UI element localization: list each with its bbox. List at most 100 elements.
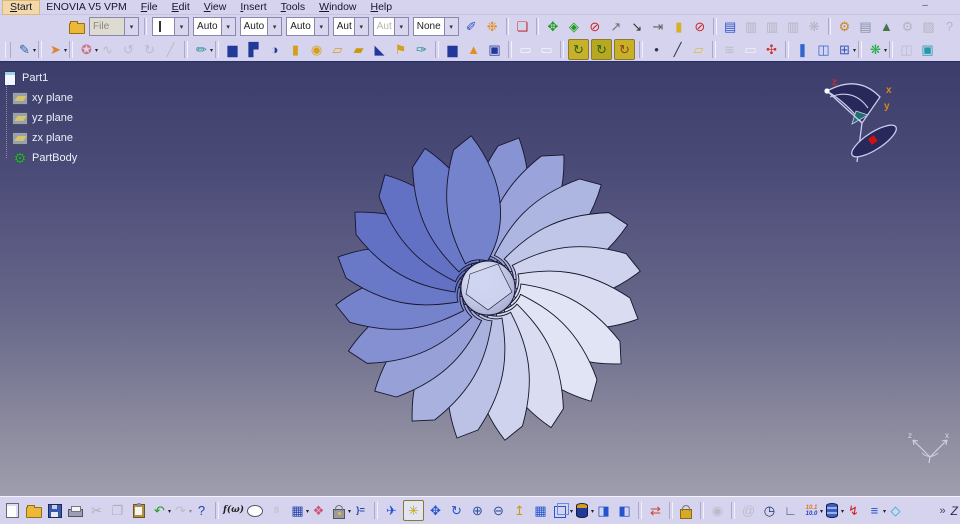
viewport-3d[interactable]: Part1 xy plane yz plane zx plane ⚙ PartBody z…	[0, 62, 960, 497]
groove-icon[interactable]: ▮	[286, 40, 305, 59]
menu-help[interactable]: Help	[364, 1, 400, 14]
bounding-box-icon[interactable]: ▣	[918, 40, 937, 59]
boolean-assemble-icon[interactable]: ↻	[568, 39, 589, 60]
toolbar-overflow-chevron[interactable]: »	[940, 505, 946, 517]
mass-properties-icon[interactable]: ▾	[823, 501, 844, 520]
block-icon[interactable]: ▣	[485, 40, 504, 59]
open-icon[interactable]	[24, 501, 43, 520]
boolean-add-icon[interactable]: ↻	[591, 39, 612, 60]
vpm-flower-icon[interactable]: ❋	[805, 17, 824, 36]
snap-element-icon[interactable]: ◈	[564, 17, 583, 36]
graphic-prop-combo-3-arrow[interactable]: ▾	[313, 18, 328, 35]
product-structure-icon[interactable]: ❖	[309, 501, 328, 520]
tree-item-partbody[interactable]: ⚙ PartBody	[10, 148, 78, 168]
paint-ball-icon[interactable]: ❉	[483, 17, 502, 36]
lock-icon[interactable]: ▾	[330, 501, 351, 520]
cut-icon[interactable]: ✂	[87, 501, 106, 520]
no-magnify-icon[interactable]: ⊘	[690, 17, 709, 36]
slot-icon[interactable]: ▰	[349, 40, 368, 59]
graphic-color-combo[interactable]: ▾	[152, 17, 190, 36]
rotate-view-icon[interactable]: ↻	[447, 501, 466, 520]
measure-between-icon[interactable]: 10.1 10.0 ▾	[802, 501, 823, 520]
stamp-icon[interactable]: ✣	[762, 40, 781, 59]
new-icon[interactable]	[3, 501, 22, 520]
surface-gray-icon[interactable]: ≋	[720, 40, 739, 59]
menu-file[interactable]: File	[134, 1, 165, 14]
tree-item-zx-plane[interactable]: zx plane	[10, 128, 77, 148]
list-icon[interactable]: ≡ ▾	[865, 501, 886, 520]
relations-icon[interactable]: }=	[351, 501, 370, 520]
save-icon[interactable]	[45, 501, 64, 520]
plane-icon[interactable]: ▱	[689, 40, 708, 59]
sketcher-icon-dropdown[interactable]: ▾	[33, 42, 36, 61]
graphic-prop-combo-5-arrow[interactable]: ▾	[393, 18, 408, 35]
menu-insert[interactable]: Insert	[233, 1, 273, 14]
constraint-oval-icon-2[interactable]: ▭	[537, 40, 556, 59]
print-icon[interactable]	[66, 501, 85, 520]
painter-icon[interactable]: ✐	[462, 17, 481, 36]
sheet-icon[interactable]: ▤	[856, 17, 875, 36]
graphic-prop-combo-6-arrow[interactable]: ▾	[443, 18, 458, 35]
compass-3d[interactable]: z x y	[800, 70, 920, 175]
graphic-prop-combo-4[interactable]: Aut ▾	[332, 17, 369, 36]
design-table-icon[interactable]: ▦ ▾	[288, 501, 309, 520]
camera-icon[interactable]: ◉	[708, 501, 727, 520]
file-filter-combo[interactable]: File ▾	[89, 17, 140, 36]
graphic-prop-combo-3[interactable]: Auto ▾	[286, 17, 329, 36]
menu-view[interactable]: View	[197, 1, 234, 14]
hide-show-icon[interactable]: ◨	[594, 501, 613, 520]
graphic-prop-combo-2[interactable]: Auto ▾	[239, 17, 283, 36]
fly-mode-icon[interactable]: ✈	[382, 501, 401, 520]
shading-icon[interactable]: ▾	[573, 501, 594, 520]
graphic-prop-combo-6[interactable]: None ▾	[412, 17, 459, 36]
tiny-gray-icon[interactable]: 8	[267, 501, 286, 520]
minimize-button[interactable]: –	[918, 1, 932, 12]
slash-gray-icon[interactable]: ╱	[161, 40, 180, 59]
free-diamond-icon[interactable]: ◇	[886, 501, 905, 520]
ruler-cursor-icon[interactable]: ▮	[669, 17, 688, 36]
axis-system-icon[interactable]: ❋ ▾	[866, 40, 887, 61]
graphic-prop-combo-2-arrow[interactable]: ▾	[267, 18, 282, 35]
compass-sail[interactable]	[825, 83, 881, 125]
axis-system-icon-dropdown[interactable]: ▾	[884, 42, 887, 61]
workbench-icon[interactable]: ✏ ▾	[192, 40, 213, 61]
pattern-grid-icon[interactable]: ⊞ ▾	[835, 40, 856, 61]
menu-window[interactable]: Window	[312, 1, 363, 14]
hole-icon[interactable]: ◉	[307, 40, 326, 59]
pocket-icon[interactable]: ▛	[244, 40, 263, 59]
stiffener-icon[interactable]: ◣	[370, 40, 389, 59]
formula-icon[interactable]: f(ω)	[223, 501, 244, 520]
pad-icon[interactable]: ▆	[223, 40, 242, 59]
graphic-color-combo-arrow[interactable]: ▾	[174, 18, 189, 35]
boolean-remove-icon[interactable]: ↻	[614, 39, 635, 60]
tree-item-yz-plane[interactable]: yz plane	[10, 108, 77, 128]
rotate-left-gray-icon[interactable]: ↺	[119, 40, 138, 59]
axis-lock-icon[interactable]: ⊘	[585, 17, 604, 36]
toolbar-grip[interactable]	[5, 41, 11, 58]
graphic-prop-combo-4-arrow[interactable]: ▾	[353, 18, 368, 35]
gear-gray-icon[interactable]: ⚙	[898, 17, 917, 36]
compass-free-rotation-handle[interactable]	[824, 88, 830, 94]
workbench-icon-dropdown[interactable]: ▾	[210, 42, 213, 61]
mannequin-icon[interactable]: ◫	[814, 40, 833, 59]
graphic-prop-combo-1[interactable]: Auto ▾	[193, 17, 236, 36]
select-cursor-icon-dropdown[interactable]: ▾	[64, 42, 67, 61]
menu-tools[interactable]: Tools	[274, 1, 313, 14]
image-mountain-icon[interactable]: ▲	[877, 17, 896, 36]
menu-start[interactable]: Start	[1, 0, 41, 15]
zoom-out-icon[interactable]: ⊖	[489, 501, 508, 520]
surface-pencil-icon[interactable]: ✑	[412, 40, 431, 59]
form-sheet-icon[interactable]: ▤	[721, 17, 740, 36]
iso-view-icon[interactable]: ▾	[552, 501, 573, 520]
pattern-grid-icon-dropdown[interactable]: ▾	[853, 42, 856, 61]
catalog-icon[interactable]: ❚	[793, 40, 812, 59]
select-cursor-icon[interactable]: ➤ ▾	[46, 40, 67, 61]
join-icon[interactable]: ▭	[741, 40, 760, 59]
multi-view-icon[interactable]: ▦	[531, 501, 550, 520]
undo-icon[interactable]: ↶ ▾	[150, 501, 171, 520]
move-element-icon[interactable]: ✥	[543, 17, 562, 36]
constraint-oval-icon-1[interactable]: ▭	[516, 40, 535, 59]
spark-icon[interactable]: ↯	[844, 501, 863, 520]
help-what-icon[interactable]: ?	[192, 501, 211, 520]
line-icon[interactable]: ╱	[668, 40, 687, 59]
